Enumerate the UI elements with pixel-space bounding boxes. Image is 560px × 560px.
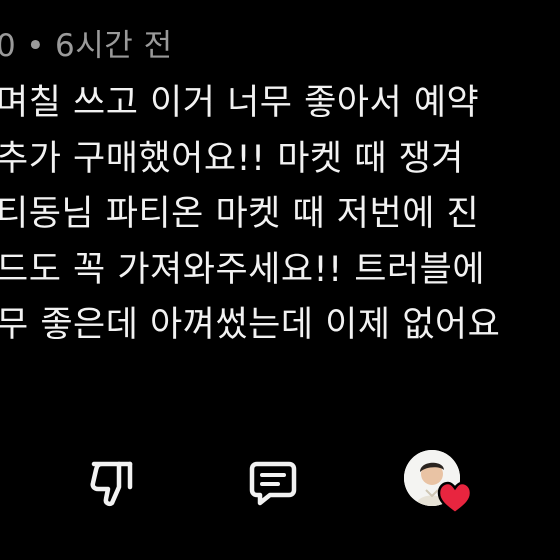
comment-icon bbox=[249, 461, 297, 506]
comment-actions bbox=[0, 450, 560, 520]
comment-timestamp: 6시간 전 bbox=[55, 28, 173, 64]
comment-meta: 0 • 6시간 전 bbox=[0, 24, 173, 68]
comment-line: 무 좋은데 아껴썼는데 이제 없어요 bbox=[0, 305, 501, 345]
comment-line: 드도 꼭 가져와주세요!! 트러블에 bbox=[0, 249, 486, 290]
creator-heart[interactable] bbox=[404, 450, 474, 516]
dislike-button[interactable] bbox=[88, 458, 136, 510]
heart-icon bbox=[437, 481, 473, 515]
comment-body: 며칠 쓰고 이거 너무 좋아서 예약 추가 구매했어요!! 마켓 때 쟁겨 티동… bbox=[0, 76, 560, 354]
comment-line: 추가 구매했어요!! 마켓 때 쟁겨 bbox=[0, 138, 464, 179]
comment-line: 티동님 파티온 마켓 때 저번에 진 bbox=[0, 194, 480, 234]
meta-left-text: 0 bbox=[0, 28, 17, 64]
thumbs-down-icon bbox=[90, 461, 133, 507]
meta-separator: • bbox=[26, 28, 46, 64]
comment-line: 며칠 쓰고 이거 너무 좋아서 예약 bbox=[0, 83, 480, 123]
reply-button[interactable] bbox=[248, 458, 298, 508]
